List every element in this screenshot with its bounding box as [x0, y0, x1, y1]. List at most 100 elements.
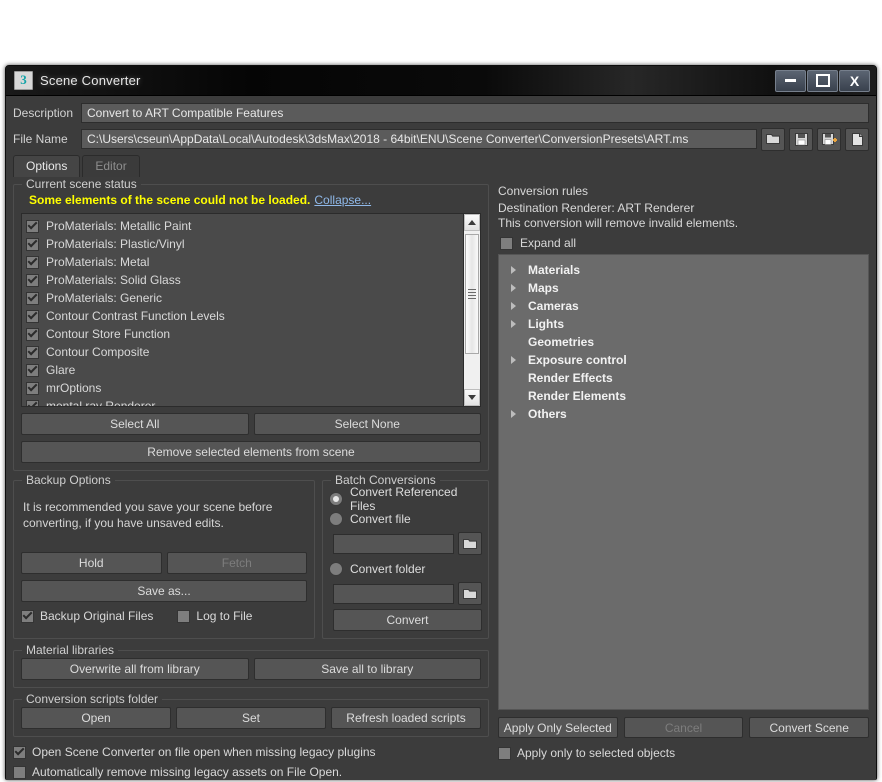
new-preset-button[interactable]	[845, 127, 869, 151]
list-item[interactable]: ProMaterials: Metal	[26, 253, 480, 271]
expand-arrow-icon[interactable]	[507, 320, 519, 328]
tree-item-lights[interactable]: Lights	[499, 315, 868, 333]
auto-remove-assets-checkbox[interactable]	[13, 765, 26, 779]
conversion-rules-tree[interactable]: Materials Maps Cameras Lights Geometries…	[498, 254, 869, 710]
scene-warning: Some elements of the scene could not be …	[29, 193, 481, 207]
apply-only-selected-button[interactable]: Apply Only Selected	[498, 717, 618, 738]
expand-all-checkbox-row[interactable]: Expand all	[500, 236, 869, 250]
browse-file-button[interactable]	[458, 532, 482, 555]
apply-only-to-selected-objects-checkbox[interactable]	[498, 746, 511, 760]
description-row: Description Convert to ART Compatible Fe…	[13, 102, 869, 124]
fetch-button[interactable]: Fetch	[166, 552, 307, 574]
expand-arrow-icon[interactable]	[507, 356, 519, 364]
hold-button[interactable]: Hold	[21, 552, 162, 574]
select-all-button[interactable]: Select All	[21, 413, 249, 435]
tree-item-materials[interactable]: Materials	[499, 261, 868, 279]
minimize-button[interactable]	[775, 69, 806, 92]
save-as-row: Save as...	[21, 580, 307, 602]
log-to-file-checkbox-row[interactable]: Log to File	[177, 609, 252, 623]
refresh-loaded-scripts-button[interactable]: Refresh loaded scripts	[331, 707, 481, 729]
list-item-checkbox[interactable]	[26, 291, 39, 305]
list-item[interactable]: Contour Contrast Function Levels	[26, 307, 480, 325]
tree-item-others[interactable]: Others	[499, 405, 868, 423]
expand-arrow-icon[interactable]	[507, 284, 519, 292]
list-item[interactable]: ProMaterials: Generic	[26, 289, 480, 307]
list-item-checkbox[interactable]	[26, 255, 39, 269]
convert-button[interactable]: Convert	[333, 609, 482, 631]
convert-scene-button[interactable]: Convert Scene	[749, 717, 870, 738]
list-item[interactable]: ProMaterials: Plastic/Vinyl	[26, 235, 480, 253]
scroll-up-button[interactable]	[464, 214, 480, 231]
list-item-checkbox[interactable]	[26, 363, 39, 377]
open-scripts-folder-button[interactable]: Open	[21, 707, 171, 729]
convert-file-radio[interactable]	[329, 512, 343, 526]
save-all-to-library-button[interactable]: Save all to library	[253, 658, 481, 680]
expand-arrow-icon[interactable]	[507, 266, 519, 274]
list-item[interactable]: mrOptions	[26, 379, 480, 397]
tab-options[interactable]: Options	[13, 155, 81, 177]
desktop-background: 3 Scene Converter X Description Convert …	[0, 0, 882, 782]
save-as-preset-button[interactable]	[817, 127, 841, 151]
file-name-input[interactable]: C:\Users\cseun\AppData\Local\Autodesk\3d…	[81, 129, 757, 149]
scrollbar-thumb[interactable]	[465, 234, 479, 354]
open-scene-converter-checkbox-row[interactable]: Open Scene Converter on file open when m…	[13, 745, 489, 759]
convert-folder-radio[interactable]	[329, 562, 343, 576]
tree-item-exposure-control[interactable]: Exposure control	[499, 351, 868, 369]
list-item[interactable]: Contour Store Function	[26, 325, 480, 343]
set-scripts-folder-button[interactable]: Set	[176, 707, 326, 729]
open-scene-converter-checkbox[interactable]	[13, 745, 26, 759]
list-item[interactable]: ProMaterials: Metallic Paint	[26, 217, 480, 235]
scene-elements-listbox[interactable]: ProMaterials: Metallic Paint ProMaterial…	[21, 213, 481, 407]
list-item-checkbox[interactable]	[26, 273, 39, 287]
tree-item-label: Materials	[528, 263, 581, 277]
list-scrollbar[interactable]	[463, 214, 480, 406]
tree-item-render-elements[interactable]: Render Elements	[499, 387, 868, 405]
expand-all-checkbox[interactable]	[500, 236, 513, 250]
log-to-file-checkbox[interactable]	[177, 609, 191, 623]
window-titlebar[interactable]: 3 Scene Converter X	[6, 66, 876, 96]
tab-editor[interactable]: Editor	[82, 155, 140, 177]
backup-checkboxes-row: Backup Original Files Log to File	[21, 609, 307, 623]
tree-item-cameras[interactable]: Cameras	[499, 297, 868, 315]
auto-remove-assets-checkbox-row[interactable]: Automatically remove missing legacy asse…	[13, 765, 489, 779]
convert-folder-radio-row[interactable]: Convert folder	[329, 559, 482, 579]
list-item[interactable]: Glare	[26, 361, 480, 379]
description-input[interactable]: Convert to ART Compatible Features	[81, 103, 869, 123]
list-item-checkbox[interactable]	[26, 237, 39, 251]
convert-folder-path-input[interactable]	[333, 583, 454, 604]
select-none-button[interactable]: Select None	[253, 413, 481, 435]
remove-selected-elements-button[interactable]: Remove selected elements from scene	[21, 441, 481, 463]
backup-original-files-checkbox[interactable]	[21, 609, 34, 623]
tree-item-maps[interactable]: Maps	[499, 279, 868, 297]
browse-folder-button[interactable]	[458, 582, 482, 605]
tree-item-render-effects[interactable]: Render Effects	[499, 369, 868, 387]
list-item-checkbox[interactable]	[26, 381, 39, 395]
save-as-button[interactable]: Save as...	[21, 580, 307, 602]
list-item-checkbox[interactable]	[26, 399, 39, 406]
backup-original-files-checkbox-row[interactable]: Backup Original Files	[21, 609, 153, 623]
close-button[interactable]: X	[839, 69, 870, 92]
open-preset-button[interactable]	[761, 127, 785, 151]
list-item-checkbox[interactable]	[26, 309, 39, 323]
save-preset-button[interactable]	[789, 127, 813, 151]
scroll-down-button[interactable]	[464, 389, 480, 406]
cancel-button[interactable]: Cancel	[623, 717, 744, 738]
apply-only-to-selected-objects-row[interactable]: Apply only to selected objects	[498, 746, 869, 760]
list-item[interactable]: Contour Composite	[26, 343, 480, 361]
list-item-checkbox[interactable]	[26, 219, 39, 233]
batch-conversions-group: Batch Conversions Convert Referenced Fil…	[322, 473, 489, 639]
list-item-checkbox[interactable]	[26, 345, 39, 359]
convert-referenced-files-radio[interactable]	[329, 492, 343, 506]
expand-arrow-icon[interactable]	[507, 410, 519, 418]
list-item[interactable]: ProMaterials: Solid Glass	[26, 271, 480, 289]
maximize-button[interactable]	[807, 69, 838, 92]
convert-file-path-input[interactable]	[333, 533, 454, 554]
tree-item-geometries[interactable]: Geometries	[499, 333, 868, 351]
overwrite-all-from-library-button[interactable]: Overwrite all from library	[21, 658, 249, 680]
tree-item-label: Render Elements	[528, 389, 627, 403]
expand-arrow-icon[interactable]	[507, 302, 519, 310]
list-item-checkbox[interactable]	[26, 327, 39, 341]
convert-referenced-files-radio-row[interactable]: Convert Referenced Files	[329, 485, 482, 513]
list-item[interactable]: mental ray Renderer	[26, 397, 480, 406]
collapse-link[interactable]: Collapse...	[314, 193, 371, 207]
